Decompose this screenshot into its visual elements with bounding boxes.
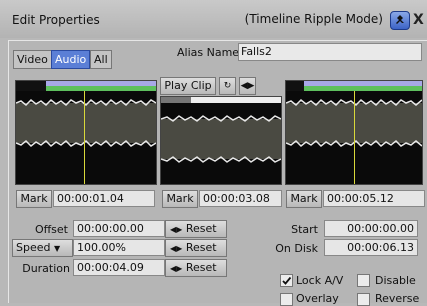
window-title: Edit Properties xyxy=(12,13,100,27)
overlay-label: Overlay xyxy=(296,292,339,305)
mark-in-button[interactable]: Mark xyxy=(16,190,52,208)
mark-out-timecode[interactable]: 00:00:05.12 xyxy=(323,190,425,207)
alias-name-field[interactable]: Falls2 xyxy=(238,43,422,61)
lock-av-checkbox[interactable] xyxy=(280,274,293,287)
jog-arrows-icon: ◀▶ xyxy=(170,264,183,273)
waveform-current[interactable] xyxy=(160,96,282,185)
on-disk-label: On Disk xyxy=(275,242,318,255)
mark-current-button[interactable]: Mark xyxy=(162,190,198,208)
jog-arrows-icon: ◀▶ xyxy=(170,225,183,234)
reset-label: Reset xyxy=(185,261,217,274)
waveform-graphic xyxy=(16,98,156,148)
jog-arrows-icon: ◀▶ xyxy=(170,244,183,253)
speed-field[interactable]: 100.00% xyxy=(73,239,165,256)
jog-button[interactable]: ◀▶ xyxy=(239,77,256,95)
chevron-down-icon: ▼ xyxy=(53,244,61,253)
playhead-line xyxy=(354,91,355,184)
mark-in-timecode[interactable]: 00:00:01.04 xyxy=(53,190,155,207)
speed-reset-button[interactable]: ◀▶ Reset xyxy=(165,239,227,257)
playhead-line xyxy=(84,91,85,184)
waveform-out[interactable] xyxy=(285,80,423,185)
on-disk-field: 00:00:06.13 xyxy=(324,239,418,256)
loop-icon: ↻ xyxy=(223,81,232,91)
loop-button[interactable]: ↻ xyxy=(219,77,236,95)
offset-label: Offset xyxy=(34,223,68,236)
disable-checkbox[interactable] xyxy=(357,274,370,287)
mode-label: (Timeline Ripple Mode) xyxy=(244,12,383,26)
mark-current-timecode[interactable]: 00:00:03.08 xyxy=(199,190,282,207)
reverse-checkbox[interactable] xyxy=(357,293,370,306)
start-label: Start xyxy=(291,223,318,236)
duration-reset-button[interactable]: ◀▶ Reset xyxy=(165,259,227,277)
reset-label: Reset xyxy=(185,241,217,254)
tab-video[interactable]: Video xyxy=(13,50,52,69)
pin-icon xyxy=(396,15,404,24)
duration-label: Duration xyxy=(22,262,70,275)
play-clip-button[interactable]: Play Clip xyxy=(160,77,216,95)
lock-av-label: Lock A/V xyxy=(296,274,344,287)
title-bar: Edit Properties (Timeline Ripple Mode) X xyxy=(0,0,427,38)
tab-audio[interactable]: Audio xyxy=(51,50,91,69)
overlay-checkbox[interactable] xyxy=(280,293,293,306)
close-button[interactable]: X xyxy=(413,12,424,28)
mark-out-button[interactable]: Mark xyxy=(286,190,322,208)
duration-field[interactable]: 00:00:04.09 xyxy=(73,259,165,276)
reset-label: Reset xyxy=(185,222,217,235)
waveform-graphic xyxy=(161,115,281,163)
offset-field[interactable]: 00:00:00.00 xyxy=(73,220,165,237)
offset-reset-button[interactable]: ◀▶ Reset xyxy=(165,220,227,238)
speed-label: Speed xyxy=(16,241,51,254)
start-field: 00:00:00.00 xyxy=(324,220,418,237)
checkmark-icon xyxy=(282,276,292,285)
alias-name-label: Alias Name xyxy=(177,46,240,59)
disable-label: Disable xyxy=(375,274,416,287)
reverse-label: Reverse xyxy=(375,292,420,305)
tab-all[interactable]: All xyxy=(90,50,112,69)
speed-dropdown[interactable]: Speed ▼ xyxy=(12,239,73,257)
jog-arrows-icon: ◀▶ xyxy=(240,81,255,91)
pin-button[interactable] xyxy=(390,11,410,30)
waveform-in[interactable] xyxy=(15,80,157,185)
